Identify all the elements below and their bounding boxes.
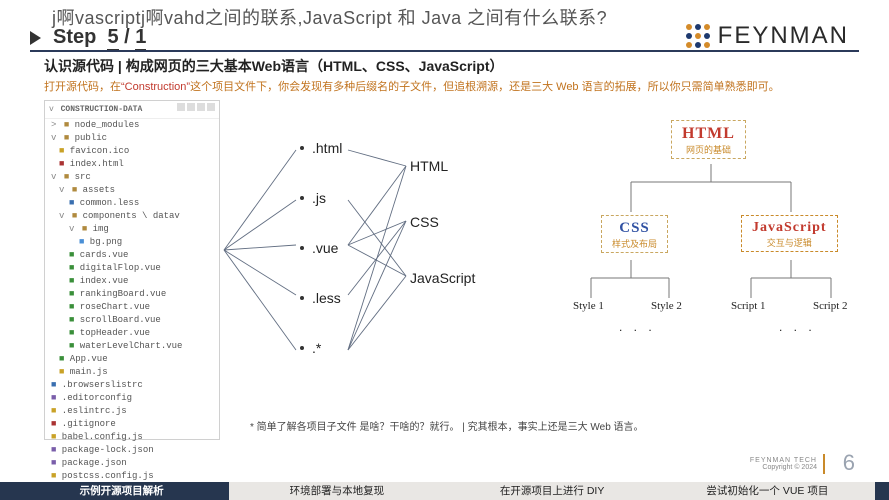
ext-item: .*: [300, 340, 342, 356]
tree-item[interactable]: ■ rankingBoard.vue: [49, 288, 219, 301]
step-current: 5: [107, 26, 118, 51]
tree-item[interactable]: ■ package-lock.json: [49, 444, 219, 457]
extension-list: .html .js .vue .less .*: [300, 140, 342, 356]
lang-item: CSS: [410, 214, 475, 230]
tree-item[interactable]: v ■ public: [49, 132, 219, 145]
footer-tab-4[interactable]: 尝试初始化一个 VUE 项目: [660, 482, 875, 500]
tree-item[interactable]: ■ common.less: [49, 197, 219, 210]
tree-item[interactable]: ■ index.html: [49, 158, 219, 171]
page-number-divider: [823, 454, 825, 474]
subtitle-desc: 构成网页的三大基本Web语言（HTML、CSS、JavaScript）: [126, 58, 504, 74]
tree-item[interactable]: ■ scrollBoard.vue: [49, 314, 219, 327]
tree-item[interactable]: ■ .editorconfig: [49, 392, 219, 405]
hier-css-sub: 样式及布局: [612, 237, 657, 250]
intro-p1: 打开源代码，在: [44, 81, 121, 93]
tree-item[interactable]: ■ roseChart.vue: [49, 301, 219, 314]
hier-js-box: JavaScript 交互与逻辑: [741, 215, 838, 252]
footer-tab-3[interactable]: 在开源项目上进行 DIY: [445, 482, 660, 500]
tree-toolbar-icons: [175, 103, 215, 116]
intro-highlight: “Construction”: [121, 81, 190, 93]
hier-leaf-style2: Style 2: [651, 300, 682, 312]
subtitle-bar: |: [114, 58, 126, 74]
footer-tab-2[interactable]: 环境部署与本地复现: [229, 482, 444, 500]
hier-html-title: HTML: [682, 125, 735, 143]
lang-item: HTML: [410, 158, 475, 174]
hier-html-sub: 网页的基础: [682, 143, 735, 156]
hier-dots-left: . . .: [619, 320, 656, 334]
language-list: HTML CSS JavaScript: [410, 158, 475, 326]
hier-js-title: JavaScript: [752, 220, 827, 236]
page-number: 6: [843, 450, 855, 476]
hierarchy-diagram: HTML 网页的基础 CSS 样式及布局 JavaScript 交互与逻辑 St…: [571, 120, 861, 400]
hier-css-title: CSS: [612, 220, 657, 237]
brand-dots-icon: [686, 24, 710, 48]
step-sep: /: [124, 26, 130, 48]
footer-edge-right: [875, 482, 889, 500]
tree-item[interactable]: ■ digitalFlop.vue: [49, 262, 219, 275]
tree-item[interactable]: ■ favicon.ico: [49, 145, 219, 158]
file-tree-header: v CONSTRUCTION-DATA: [45, 101, 219, 119]
hierarchy-lines: [571, 120, 861, 400]
tree-item[interactable]: ■ waterLevelChart.vue: [49, 340, 219, 353]
intro-text: 打开源代码，在“Construction”这个项目文件下，你会发现有多种后缀名的…: [44, 78, 849, 94]
tree-item[interactable]: ■ .eslintrc.js: [49, 405, 219, 418]
hier-js-sub: 交互与逻辑: [752, 236, 827, 249]
lang-item: JavaScript: [410, 270, 475, 286]
tree-root-name: CONSTRUCTION-DATA: [61, 105, 143, 114]
footer-brand-line2: Copyright © 2024: [750, 464, 817, 472]
footer-tabs: 示例开源项目解析 环境部署与本地复现 在开源项目上进行 DIY 尝试初始化一个 …: [0, 482, 889, 500]
hier-leaf-script2: Script 2: [813, 300, 848, 312]
step-indicator: Step 5 / 1: [30, 26, 146, 49]
hier-css-box: CSS 样式及布局: [601, 215, 668, 253]
tree-item[interactable]: ■ App.vue: [49, 353, 219, 366]
hier-dots-right: . . .: [779, 320, 816, 334]
file-tree-list: > ■ node_modulesv ■ public■ favicon.ico■…: [45, 119, 219, 500]
tree-item[interactable]: ■ bg.png: [49, 236, 219, 249]
tree-item[interactable]: ■ .browserslistrc: [49, 379, 219, 392]
hier-leaf-script1: Script 1: [731, 300, 766, 312]
section-subtitle: 认识源代码 | 构成网页的三大基本Web语言（HTML、CSS、JavaScri…: [44, 56, 503, 76]
tree-item[interactable]: v ■ src: [49, 171, 219, 184]
footer-brand: FEYNMAN TECH Copyright © 2024: [750, 457, 817, 472]
step-label: Step 5 / 1: [53, 26, 146, 49]
tree-item[interactable]: v ■ img: [49, 223, 219, 236]
subtitle-head: 认识源代码: [44, 58, 114, 74]
bullet-icon: [30, 31, 41, 45]
file-tree: v CONSTRUCTION-DATA > ■ node_modulesv ■ …: [44, 100, 220, 440]
tree-item[interactable]: > ■ node_modules: [49, 119, 219, 132]
brand-logo: FEYNMAN: [686, 22, 849, 50]
tree-item[interactable]: ■ topHeader.vue: [49, 327, 219, 340]
tree-item[interactable]: ■ package.json: [49, 457, 219, 470]
tree-item[interactable]: ■ cards.vue: [49, 249, 219, 262]
divider: [30, 50, 859, 52]
intro-p3: 这个项目文件下，你会发现有多种后缀名的子文件，但追根溯源，还是三大 Web 语言…: [190, 81, 780, 93]
brand-text: FEYNMAN: [718, 22, 849, 50]
ext-item: .vue: [300, 240, 342, 256]
tree-item[interactable]: ■ main.js: [49, 366, 219, 379]
footer-tab-1[interactable]: 示例开源项目解析: [14, 482, 229, 500]
hier-html-box: HTML 网页的基础: [671, 120, 746, 159]
ext-item: .js: [300, 190, 342, 206]
slide: j啊vascriptj啊vahd之间的联系,JavaScript 和 Java …: [0, 0, 889, 500]
step-total: 1: [135, 26, 146, 51]
footnote: * 简单了解各项目子文件 是啥？干啥的？就行。 | 究其根本，事实上还是三大 W…: [250, 418, 644, 433]
ext-item: .less: [300, 290, 342, 306]
tree-item[interactable]: ■ index.vue: [49, 275, 219, 288]
hier-leaf-style1: Style 1: [573, 300, 604, 312]
tree-item[interactable]: v ■ components \ datav: [49, 210, 219, 223]
tree-item[interactable]: ■ .gitignore: [49, 418, 219, 431]
footer-edge-left: [0, 482, 14, 500]
step-prefix: Step: [53, 26, 96, 48]
tree-item[interactable]: ■ babel.config.js: [49, 431, 219, 444]
ext-item: .html: [300, 140, 342, 156]
tree-item[interactable]: v ■ assets: [49, 184, 219, 197]
